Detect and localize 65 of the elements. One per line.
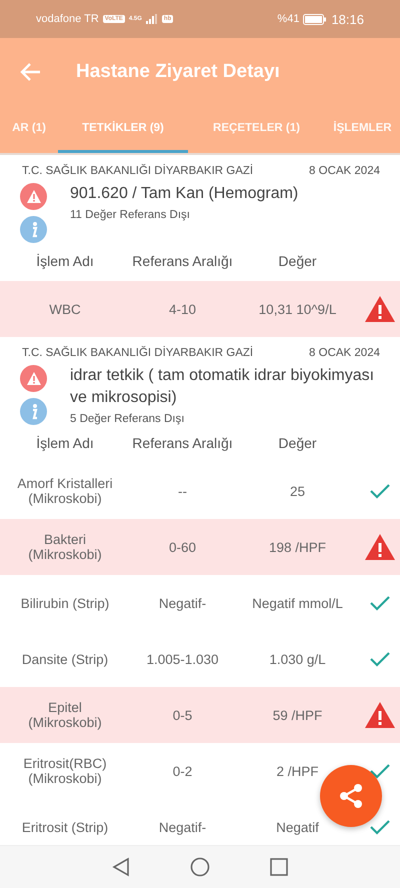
warning-icon — [364, 701, 396, 729]
info-icon[interactable] — [20, 398, 47, 425]
column-header: İşlem Adı — [35, 253, 95, 269]
home-nav-icon[interactable] — [190, 857, 210, 877]
result-value: 10,31 10^9/L — [258, 302, 338, 316]
back-nav-icon[interactable] — [112, 857, 130, 877]
out-of-range-count: 11 Değer Referans Dışı — [70, 209, 191, 221]
warning-icon — [20, 183, 47, 210]
test-title: idrar tetkik ( tam otomatik idrar biyokimyası ve mikrosopisi) — [70, 366, 376, 408]
reference-range: -- — [177, 484, 188, 498]
reference-range: 4-10 — [168, 302, 198, 316]
test-name: Dansite (Strip) — [20, 652, 110, 666]
test-name: Amorf Kristalleri (Mikroskobi) — [16, 476, 114, 506]
test-date: 8 OCAK 2024 — [309, 165, 380, 177]
result-value: 59 /HPF — [272, 708, 324, 722]
test-title: 901.620 / Tam Kan (Hemogram) — [70, 184, 300, 204]
test-name: Bilirubin (Strip) — [20, 596, 110, 610]
tab[interactable]: İŞLEMLER — [325, 105, 400, 153]
test-date: 8 OCAK 2024 — [309, 347, 380, 359]
reference-range: 0-60 — [168, 540, 198, 554]
share-icon — [337, 782, 365, 810]
result-value: Negatif mmol/L — [251, 596, 344, 610]
reference-range: 0-5 — [172, 708, 194, 722]
result-value: 198 /HPF — [268, 540, 328, 554]
tab[interactable]: AR (1) — [0, 105, 58, 153]
result-value: 1.030 g/L — [268, 652, 327, 666]
test-name: WBC — [48, 302, 82, 316]
hospital-name: T.C. SAĞLIK BAKANLIĞI DİYARBAKIR GAZİ — [22, 165, 254, 177]
test-name: Epitel (Mikroskobi) — [27, 700, 103, 730]
column-header: Referans Aralığı — [131, 253, 234, 269]
tab[interactable]: TETKİKLER (9) — [58, 105, 188, 153]
warning-icon — [364, 295, 396, 323]
info-icon[interactable] — [20, 216, 47, 243]
out-of-range-count: 5 Değer Referans Dışı — [70, 413, 186, 425]
column-header: İşlem Adı — [35, 435, 95, 451]
check-icon — [369, 483, 391, 499]
tab[interactable]: REÇETELER (1) — [188, 105, 325, 153]
column-header: Referans Aralığı — [131, 435, 234, 451]
column-header: Değer — [277, 253, 318, 269]
test-name: Eritrosit (Strip) — [20, 820, 110, 834]
result-value: Negatif — [275, 820, 320, 834]
check-icon — [369, 651, 391, 667]
reference-range: Negatif- — [158, 596, 208, 610]
check-icon — [369, 595, 391, 611]
battery-icon — [303, 14, 328, 24]
signal-icon — [146, 14, 158, 24]
reference-range: 1.005-1.030 — [145, 652, 220, 666]
clock-time: 18:16 — [331, 12, 364, 26]
back-button[interactable] — [20, 62, 42, 82]
test-name: Bakteri (Mikroskobi) — [27, 532, 103, 562]
recents-nav-icon[interactable] — [270, 858, 288, 876]
warning-icon — [364, 533, 396, 561]
check-icon — [369, 763, 391, 779]
screen-title: Hastane Ziyaret Detayı — [76, 60, 280, 82]
battery-percent: %41 — [277, 13, 300, 25]
reference-range: Negatif- — [158, 820, 208, 834]
test-name: Eritrosit(RBC) (Mikroskobi) — [22, 756, 108, 786]
column-header: Değer — [277, 435, 318, 451]
result-value: 25 — [288, 484, 306, 498]
result-value: 2 /HPF — [275, 764, 320, 778]
carrier-name: vodafone TR — [36, 13, 99, 25]
warning-icon — [20, 365, 47, 392]
check-icon — [369, 819, 391, 835]
hospital-name: T.C. SAĞLIK BAKANLIĞI DİYARBAKIR GAZİ — [22, 347, 254, 359]
reference-range: 0-2 — [172, 764, 194, 778]
